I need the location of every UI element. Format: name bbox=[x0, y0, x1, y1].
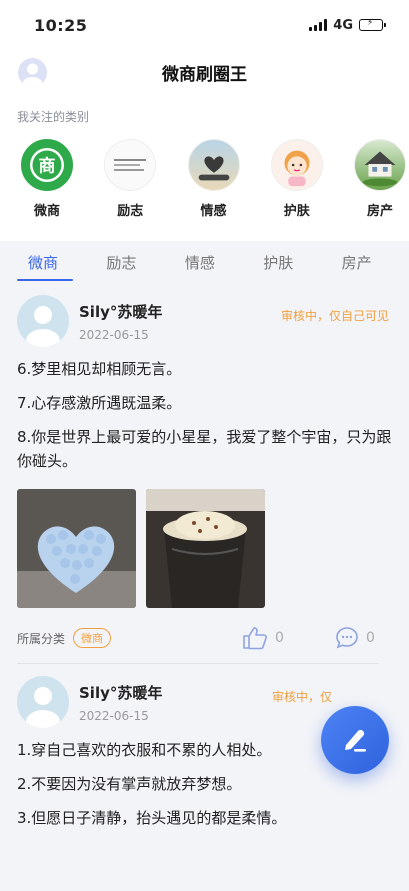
avatar[interactable] bbox=[17, 676, 69, 728]
heart-hands-icon bbox=[187, 139, 240, 191]
post-line: 8.你是世界上最可爱的小星星，我爱了整个宇宙，只为跟你碰头。 bbox=[17, 428, 392, 470]
category-label: 励志 bbox=[117, 204, 144, 219]
category-label: 护肤 bbox=[283, 204, 310, 219]
comment-button[interactable]: 0 bbox=[335, 626, 375, 650]
post-username: Sily°苏暖年 bbox=[79, 683, 163, 702]
network-label: 4G bbox=[333, 17, 353, 33]
shang-badge-icon: 商 bbox=[21, 139, 73, 191]
tab-fangchan[interactable]: 房产 bbox=[331, 241, 409, 283]
person-icon bbox=[26, 687, 60, 728]
category-tag-label: 所属分类 bbox=[17, 631, 66, 646]
tab-weishang[interactable]: 微商 bbox=[17, 241, 95, 283]
battery-icon: ⚡ bbox=[359, 19, 386, 31]
post-date: 2022-06-15 bbox=[79, 708, 149, 723]
post-image-coffee-cup[interactable] bbox=[146, 489, 265, 608]
post-line: 3.但愿日子清静，抬头遇见的都是柔情。 bbox=[17, 809, 287, 827]
post-card: Sily°苏暖年 2022-06-15 审核中，仅自己可见 6.梦里相见却相顾无… bbox=[0, 283, 409, 664]
like-count: 0 bbox=[275, 630, 284, 646]
person-icon bbox=[22, 63, 43, 87]
post-line: 6.梦里相见却相顾无言。 bbox=[17, 360, 182, 378]
category-hufu[interactable]: 护肤 bbox=[270, 139, 324, 219]
category-tag[interactable]: 微商 bbox=[73, 628, 112, 648]
post-username: Sily°苏暖年 bbox=[79, 302, 163, 321]
svg-text:商: 商 bbox=[39, 156, 56, 177]
post-date: 2022-06-15 bbox=[79, 327, 149, 342]
signal-icon bbox=[309, 19, 328, 31]
comment-count: 0 bbox=[366, 630, 375, 646]
thumbs-up-icon bbox=[243, 627, 267, 650]
post-image-balloon-heart[interactable] bbox=[17, 489, 136, 608]
user-avatar[interactable] bbox=[18, 58, 47, 87]
avatar[interactable] bbox=[17, 295, 69, 347]
category-label: 房产 bbox=[366, 204, 393, 219]
status-bar: 10:25 4G ⚡ bbox=[0, 0, 409, 50]
category-label: 情感 bbox=[200, 204, 227, 219]
status-indicators: 4G ⚡ bbox=[309, 17, 386, 33]
tab-qinggan[interactable]: 情感 bbox=[174, 241, 252, 283]
status-badge: 审核中，仅自己可见 bbox=[280, 309, 389, 323]
status-badge: 审核中，仅 bbox=[271, 690, 332, 704]
edit-icon bbox=[345, 729, 366, 752]
tab-lizhi[interactable]: 励志 bbox=[95, 241, 173, 283]
page-title: 微商刷圈王 bbox=[162, 64, 247, 85]
comment-icon bbox=[336, 627, 358, 649]
nav-bar: 微商刷圈王 bbox=[0, 50, 409, 94]
text-image-icon bbox=[104, 139, 157, 191]
category-tabs: 微商 励志 情感 护肤 房产 bbox=[0, 241, 409, 283]
post-line: 7.心存感激所遇既温柔。 bbox=[17, 394, 182, 412]
category-label: 微商 bbox=[33, 204, 60, 219]
like-button[interactable]: 0 bbox=[242, 626, 284, 650]
category-fangchan[interactable]: 房产 bbox=[353, 139, 407, 219]
post-content: 6.梦里相见却相顾无言。 7.心存感激所遇既温柔。 8.你是世界上最可爱的小星星… bbox=[17, 357, 392, 473]
section-title: 我关注的类别 bbox=[17, 110, 90, 124]
tab-hufu[interactable]: 护肤 bbox=[252, 241, 330, 283]
status-time: 10:25 bbox=[34, 15, 88, 35]
followed-categories: 我关注的类别 商 微商 励志 情感 护肤 房产 bbox=[0, 94, 409, 241]
cartoon-girl-icon bbox=[270, 139, 323, 191]
person-icon bbox=[26, 306, 60, 347]
house-icon bbox=[354, 139, 406, 191]
compose-button[interactable] bbox=[321, 706, 389, 774]
post-line: 2.不要因为没有掌声就放弃梦想。 bbox=[17, 775, 242, 793]
category-weishang[interactable]: 商 微商 bbox=[20, 139, 74, 219]
category-qinggan[interactable]: 情感 bbox=[187, 139, 241, 219]
category-lizhi[interactable]: 励志 bbox=[103, 139, 157, 219]
